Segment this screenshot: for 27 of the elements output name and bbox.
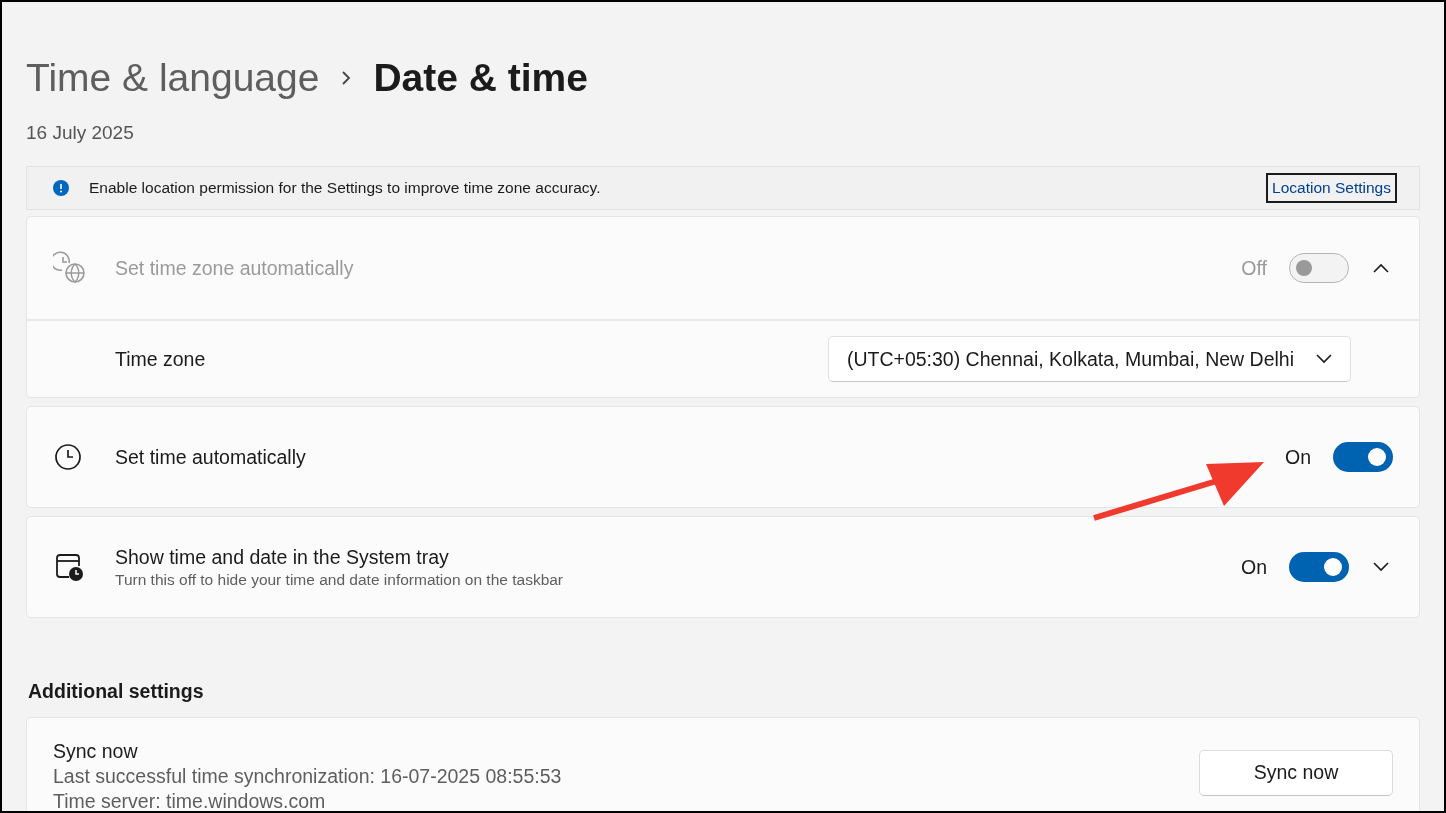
clock-globe-icon [53, 251, 87, 285]
sync-now-button[interactable]: Sync now [1199, 749, 1393, 796]
setting-title: Set time automatically [115, 445, 307, 469]
setting-description: Turn this off to hide your time and date information on the taskbar [115, 570, 565, 589]
location-settings-link[interactable]: Location Settings [1266, 173, 1397, 203]
info-icon [53, 180, 69, 196]
chevron-right-icon [341, 70, 352, 86]
page-title: Date & time [373, 56, 588, 100]
clock-icon [53, 442, 83, 472]
toggle-switch[interactable] [1333, 442, 1393, 472]
info-message: Enable location permission for the Settings to improve time zone accuracy. [89, 179, 602, 197]
setting-title: Sync now [53, 740, 139, 763]
breadcrumb-parent[interactable]: Time & language [26, 56, 320, 100]
date-text: 16 July 2025 [26, 122, 135, 144]
setting-title: Show time and date in the System tray [115, 545, 450, 569]
section-heading: Additional settings [28, 680, 205, 703]
setting-description: Last successful time synchronization: 16-07-2025 08:55:53 [53, 765, 563, 788]
setting-description: Time server: time.windows.com [53, 790, 327, 811]
setting-title: Set time zone automatically [115, 256, 355, 280]
toggle-switch[interactable] [1289, 552, 1349, 582]
setting-label: Time zone [115, 347, 207, 371]
toggle-state-label: On [1241, 555, 1267, 579]
calendar-clock-icon [53, 551, 85, 583]
chevron-down-icon[interactable] [1373, 562, 1389, 572]
toggle-state-label: Off [1241, 256, 1267, 280]
toggle-state-label: On [1285, 445, 1311, 469]
chevron-down-icon[interactable] [1316, 354, 1332, 364]
